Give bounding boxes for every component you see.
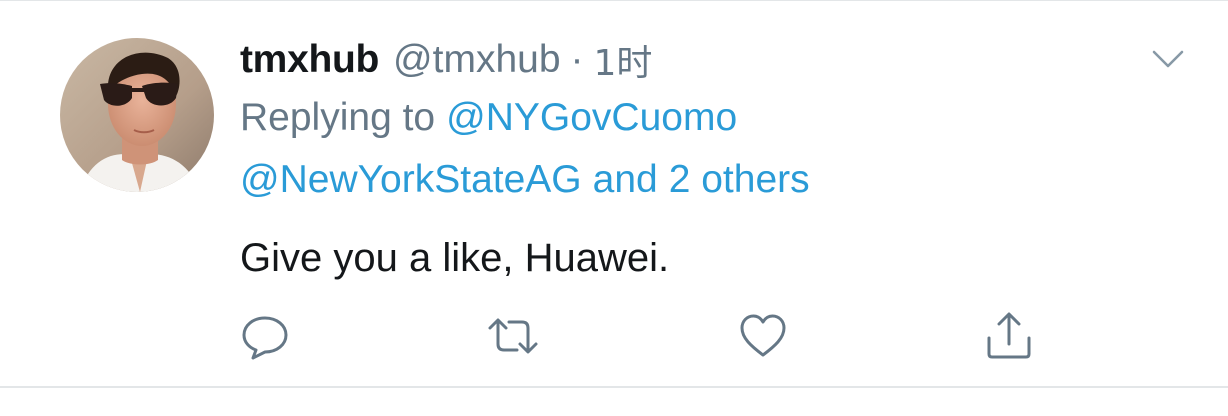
reply-user-link[interactable]: @NewYorkStateAG xyxy=(240,158,582,202)
reply-others-link[interactable]: 2 others xyxy=(669,158,810,202)
replying-to-line-2: @NewYorkStateAG and 2 others xyxy=(240,154,810,206)
reply-and-label[interactable]: and xyxy=(593,158,658,202)
retweet-icon[interactable] xyxy=(487,310,539,362)
timestamp[interactable]: 1时 xyxy=(594,34,653,86)
avatar[interactable] xyxy=(60,38,214,192)
tweet-text: Give you a like, Huawei. xyxy=(240,235,670,280)
bottom-divider xyxy=(0,386,1228,388)
share-icon[interactable] xyxy=(983,310,1035,362)
display-name[interactable]: tmxhub xyxy=(240,38,379,82)
chevron-down-icon[interactable] xyxy=(1146,44,1190,74)
replying-to-line: Replying to @NYGovCuomo xyxy=(240,92,737,144)
top-divider xyxy=(0,0,1228,1)
avatar-photo xyxy=(60,38,214,192)
reply-icon[interactable] xyxy=(239,310,291,362)
replying-to-label: Replying to xyxy=(240,96,436,139)
heart-icon[interactable] xyxy=(737,310,789,362)
reply-user-link[interactable]: @NYGovCuomo xyxy=(446,96,737,140)
tweet-header: tmxhub @tmxhub · 1时 xyxy=(240,32,652,88)
separator-dot: · xyxy=(570,38,584,81)
user-handle[interactable]: @tmxhub xyxy=(393,38,560,82)
